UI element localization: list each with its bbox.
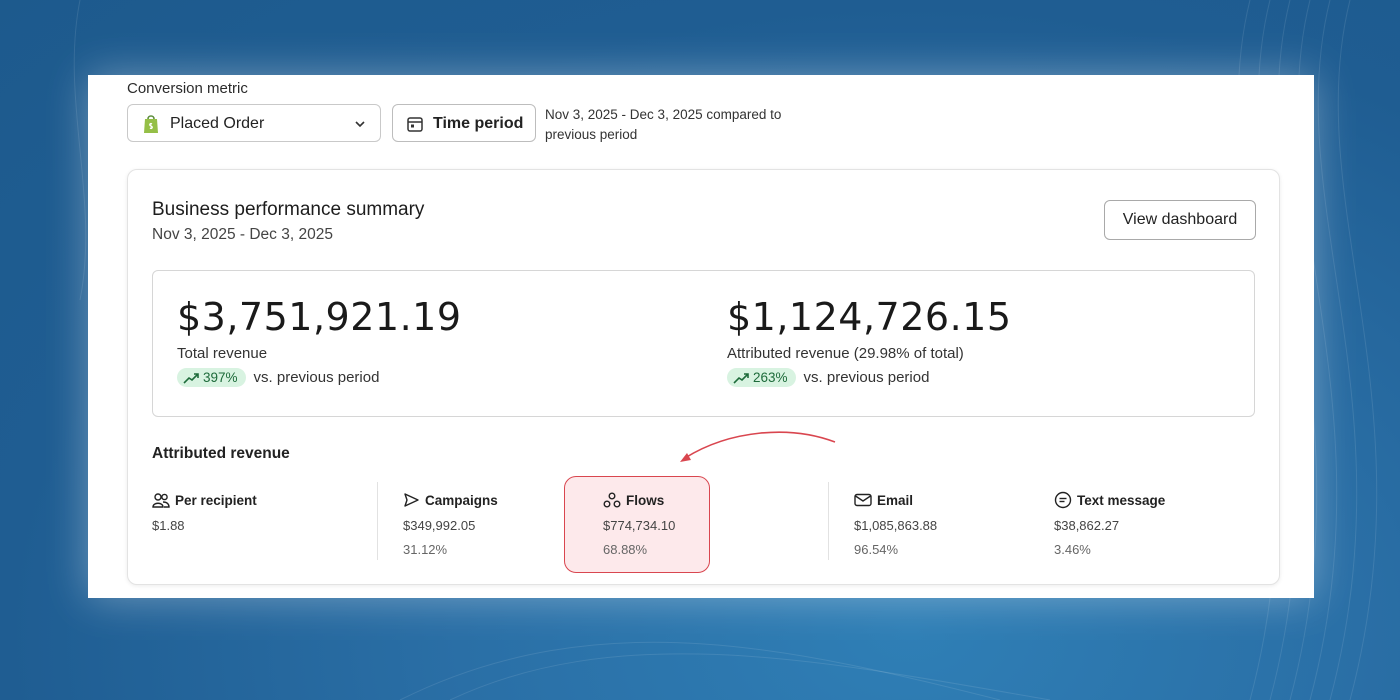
metric-email: Email $1,085,863.88 96.54% [854, 490, 1054, 558]
metric-percent: 68.88% [603, 542, 648, 557]
metric-text-message: Text message $38,862.27 3.46% [1054, 490, 1254, 557]
kpi-change: 263% vs. previous period [727, 368, 1012, 387]
kpi-label: Total revenue [177, 345, 268, 362]
change-badge: 397% [177, 368, 246, 387]
metric-divider [377, 482, 378, 560]
message-icon [1054, 491, 1072, 509]
trend-up-icon [183, 372, 199, 384]
metric-name: Text message [1077, 492, 1166, 508]
view-dashboard-button[interactable]: View dashboard [1104, 200, 1256, 240]
kpi-total-revenue: $3,751,921.19 Total revenue 397% vs. pre… [177, 295, 462, 387]
change-suffix: vs. previous period [803, 369, 930, 386]
trend-up-icon [733, 372, 749, 384]
metric-name: Email [877, 492, 914, 508]
business-performance-panel: Business performance summary Nov 3, 2025… [127, 169, 1280, 585]
metric-name: Per recipient [175, 492, 257, 508]
panel-title: Business performance summary [152, 199, 425, 220]
dashboard-card: Conversion metric Placed Order Time peri… [88, 75, 1314, 598]
kpi-value: $3,751,921.19 [177, 295, 462, 339]
panel-date-range: Nov 3, 2025 - Dec 3, 2025 [152, 226, 333, 243]
metric-value: $1,085,863.88 [854, 518, 938, 533]
send-icon [404, 493, 419, 507]
period-comparison-text: Nov 3, 2025 - Dec 3, 2025 compared to pr… [545, 105, 805, 145]
metric-percent: 31.12% [403, 542, 448, 557]
metric-value: $1.88 [152, 518, 185, 533]
kpi-label: Attributed revenue (29.98% of total) [727, 345, 964, 362]
metric-percent: 96.54% [854, 542, 899, 557]
metric-divider [828, 482, 829, 560]
chevron-down-icon [354, 117, 366, 135]
time-period-button[interactable]: Time period [392, 104, 536, 142]
metric-campaigns: Campaigns $349,992.05 31.12% [403, 490, 603, 558]
change-value: 397% [203, 370, 238, 385]
time-period-label: Time period [433, 115, 524, 132]
people-icon [152, 493, 170, 508]
change-badge: 263% [727, 368, 796, 387]
metric-value: $38,862.27 [1054, 518, 1120, 533]
change-suffix: vs. previous period [253, 369, 380, 386]
kpi-value: $1,124,726.15 [727, 295, 1012, 339]
kpi-attributed-revenue: $1,124,726.15 Attributed revenue (29.98%… [727, 295, 1012, 387]
metric-name: Campaigns [425, 492, 498, 508]
conversion-metric-label: Conversion metric [127, 80, 248, 97]
conversion-metric-select[interactable]: Placed Order [127, 104, 381, 142]
metric-flows: Flows $774,734.10 68.88% [603, 490, 803, 558]
change-value: 263% [753, 370, 788, 385]
metric-value: $774,734.10 [603, 518, 676, 533]
metric-name: Flows [626, 492, 665, 508]
period-line-2: previous period [545, 127, 638, 142]
kpi-change: 397% vs. previous period [177, 368, 462, 387]
selected-metric: Placed Order [170, 115, 265, 132]
metric-percent: 3.46% [1054, 542, 1091, 557]
metric-per-recipient: Per recipient $1.88 [152, 490, 352, 534]
period-line-1: Nov 3, 2025 - Dec 3, 2025 compared to [545, 107, 782, 122]
calendar-icon [406, 115, 424, 138]
email-icon [854, 493, 872, 507]
shopify-bag-icon [142, 114, 160, 139]
kpi-box: $3,751,921.19 Total revenue 397% vs. pre… [152, 270, 1255, 417]
metric-value: $349,992.05 [403, 518, 476, 533]
annotation-arrow [680, 431, 836, 462]
attributed-revenue-title: Attributed revenue [152, 445, 290, 462]
flows-icon [603, 492, 621, 508]
